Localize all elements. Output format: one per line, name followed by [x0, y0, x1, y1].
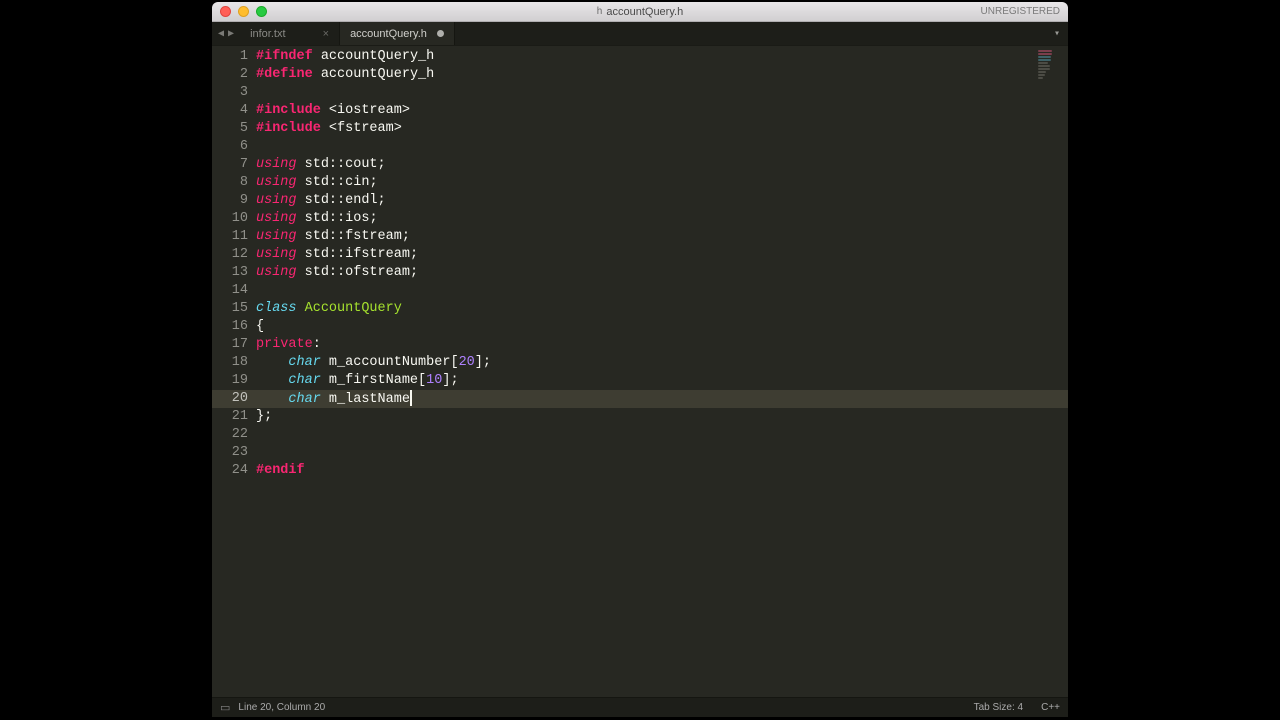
- tab-accountquery[interactable]: accountQuery.h: [340, 22, 455, 45]
- tab-infor[interactable]: infor.txt ×: [240, 22, 340, 45]
- line-number: 21: [212, 408, 256, 426]
- line-number: 7: [212, 156, 256, 174]
- line-number: 2: [212, 66, 256, 84]
- line-number: 3: [212, 84, 256, 102]
- code-line[interactable]: char m_firstName[10];: [256, 372, 1068, 390]
- line-number: 10: [212, 210, 256, 228]
- line-number: 1: [212, 48, 256, 66]
- line-number: 5: [212, 120, 256, 138]
- status-bar: ▭ Line 20, Column 20 Tab Size: 4 C++: [212, 697, 1068, 717]
- line-number: 4: [212, 102, 256, 120]
- close-window-button[interactable]: [220, 6, 231, 17]
- code-line[interactable]: using std::ifstream;: [256, 246, 1068, 264]
- line-number: 19: [212, 372, 256, 390]
- code-line[interactable]: #include <iostream>: [256, 102, 1068, 120]
- line-number: 17: [212, 336, 256, 354]
- line-number: 20: [212, 390, 256, 408]
- text-cursor: [410, 390, 412, 406]
- code-line[interactable]: using std::cout;: [256, 156, 1068, 174]
- window-title: h accountQuery.h: [597, 6, 683, 18]
- tab-overflow-button[interactable]: ▾: [1054, 22, 1068, 45]
- code-line[interactable]: private:: [256, 336, 1068, 354]
- line-number-gutter: 123456789101112131415161718192021222324: [212, 46, 256, 697]
- code-line[interactable]: char m_accountNumber[20];: [256, 354, 1068, 372]
- code-line[interactable]: [256, 138, 1068, 156]
- tab-bar: ◀ ▶ infor.txt × accountQuery.h ▾: [212, 22, 1068, 46]
- tab-nav: ◀ ▶: [212, 22, 240, 45]
- line-number: 12: [212, 246, 256, 264]
- line-number: 15: [212, 300, 256, 318]
- line-number: 23: [212, 444, 256, 462]
- console-icon[interactable]: ▭: [220, 701, 230, 714]
- code-line[interactable]: using std::endl;: [256, 192, 1068, 210]
- file-icon: h: [597, 6, 603, 17]
- nav-back-icon[interactable]: ◀: [218, 28, 224, 40]
- code-line[interactable]: #endif: [256, 462, 1068, 480]
- modified-dot-icon: [437, 30, 444, 37]
- zoom-window-button[interactable]: [256, 6, 267, 17]
- tab-label: infor.txt: [250, 28, 285, 40]
- code-line[interactable]: using std::ofstream;: [256, 264, 1068, 282]
- code-line[interactable]: #include <fstream>: [256, 120, 1068, 138]
- editor-window: h accountQuery.h UNREGISTERED ◀ ▶ infor.…: [212, 2, 1068, 717]
- code-line[interactable]: using std::fstream;: [256, 228, 1068, 246]
- titlebar: h accountQuery.h UNREGISTERED: [212, 2, 1068, 22]
- syntax-button[interactable]: C++: [1041, 702, 1060, 713]
- line-number: 11: [212, 228, 256, 246]
- cursor-position[interactable]: Line 20, Column 20: [238, 702, 325, 713]
- minimize-window-button[interactable]: [238, 6, 249, 17]
- code-line[interactable]: using std::cin;: [256, 174, 1068, 192]
- line-number: 8: [212, 174, 256, 192]
- code-line[interactable]: char m_lastName: [256, 390, 1068, 408]
- code-line[interactable]: };: [256, 408, 1068, 426]
- code-line[interactable]: #define accountQuery_h: [256, 66, 1068, 84]
- line-number: 16: [212, 318, 256, 336]
- line-number: 24: [212, 462, 256, 480]
- close-icon[interactable]: ×: [323, 28, 329, 40]
- chevron-down-icon: ▾: [1054, 28, 1060, 40]
- tab-label: accountQuery.h: [350, 28, 427, 40]
- code-line[interactable]: [256, 282, 1068, 300]
- line-number: 13: [212, 264, 256, 282]
- nav-forward-icon[interactable]: ▶: [228, 28, 234, 40]
- code-line[interactable]: #ifndef accountQuery_h: [256, 48, 1068, 66]
- code-line[interactable]: {: [256, 318, 1068, 336]
- window-title-text: accountQuery.h: [606, 6, 683, 18]
- minimap[interactable]: [1038, 50, 1062, 86]
- code-line[interactable]: using std::ios;: [256, 210, 1068, 228]
- code-content[interactable]: #ifndef accountQuery_h#define accountQue…: [256, 46, 1068, 697]
- tab-size-button[interactable]: Tab Size: 4: [974, 702, 1023, 713]
- code-line[interactable]: [256, 84, 1068, 102]
- line-number: 9: [212, 192, 256, 210]
- line-number: 6: [212, 138, 256, 156]
- code-line[interactable]: [256, 426, 1068, 444]
- line-number: 22: [212, 426, 256, 444]
- traffic-lights: [220, 6, 267, 17]
- registration-status: UNREGISTERED: [981, 6, 1060, 17]
- editor-area[interactable]: 123456789101112131415161718192021222324 …: [212, 46, 1068, 697]
- line-number: 18: [212, 354, 256, 372]
- code-line[interactable]: class AccountQuery: [256, 300, 1068, 318]
- code-line[interactable]: [256, 444, 1068, 462]
- line-number: 14: [212, 282, 256, 300]
